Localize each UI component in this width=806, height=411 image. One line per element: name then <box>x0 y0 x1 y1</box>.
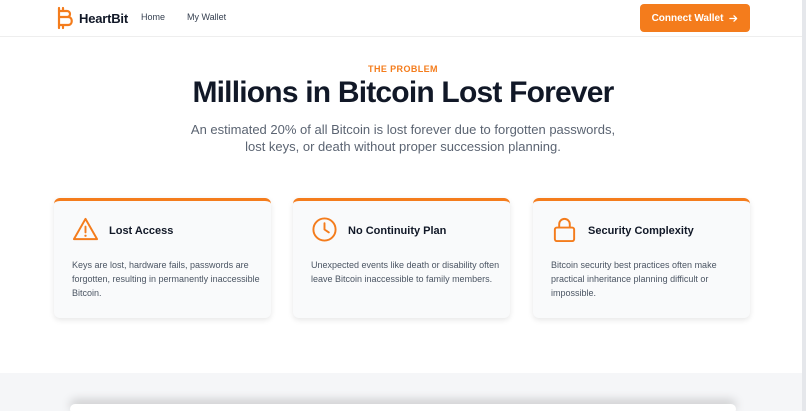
page-scrollbar[interactable] <box>802 0 806 411</box>
card-title: No Continuity Plan <box>348 225 447 237</box>
section-description: An estimated 20% of all Bitcoin is lost … <box>190 122 616 154</box>
brand-name: HeartBit <box>79 10 128 26</box>
card-title: Lost Access <box>109 225 174 237</box>
clock-icon <box>312 217 337 242</box>
nav-link-home[interactable]: Home <box>141 12 165 22</box>
card-description: Unexpected events like death or disabili… <box>311 260 500 284</box>
section-eyebrow: THE PROBLEM <box>368 64 438 74</box>
problem-card-lost-access: Lost Access Keys are lost, hardware fail… <box>54 198 271 318</box>
card-description: Keys are lost, hardware fails, passwords… <box>72 260 260 298</box>
card-description: Bitcoin security best practices often ma… <box>551 260 717 298</box>
card-title: Security Complexity <box>588 225 694 237</box>
connect-wallet-label: Connect Wallet <box>651 12 724 24</box>
lock-icon <box>553 218 576 243</box>
next-section-panel <box>70 404 736 411</box>
connect-wallet-button[interactable]: Connect Wallet <box>640 4 750 32</box>
nav-link-my-wallet[interactable]: My Wallet <box>187 12 226 22</box>
bitcoin-logo-icon <box>57 6 73 30</box>
brand-logo[interactable]: HeartBit <box>54 6 128 30</box>
problem-card-no-continuity: No Continuity Plan Unexpected events lik… <box>293 198 510 318</box>
arrow-right-icon <box>729 14 738 22</box>
problem-card-security-complexity: Security Complexity Bitcoin security bes… <box>533 198 750 318</box>
top-navbar: HeartBit Home My Wallet Connect Wallet <box>0 0 806 37</box>
section-title: Millions in Bitcoin Lost Forever <box>192 76 614 109</box>
warning-triangle-icon <box>72 217 99 241</box>
